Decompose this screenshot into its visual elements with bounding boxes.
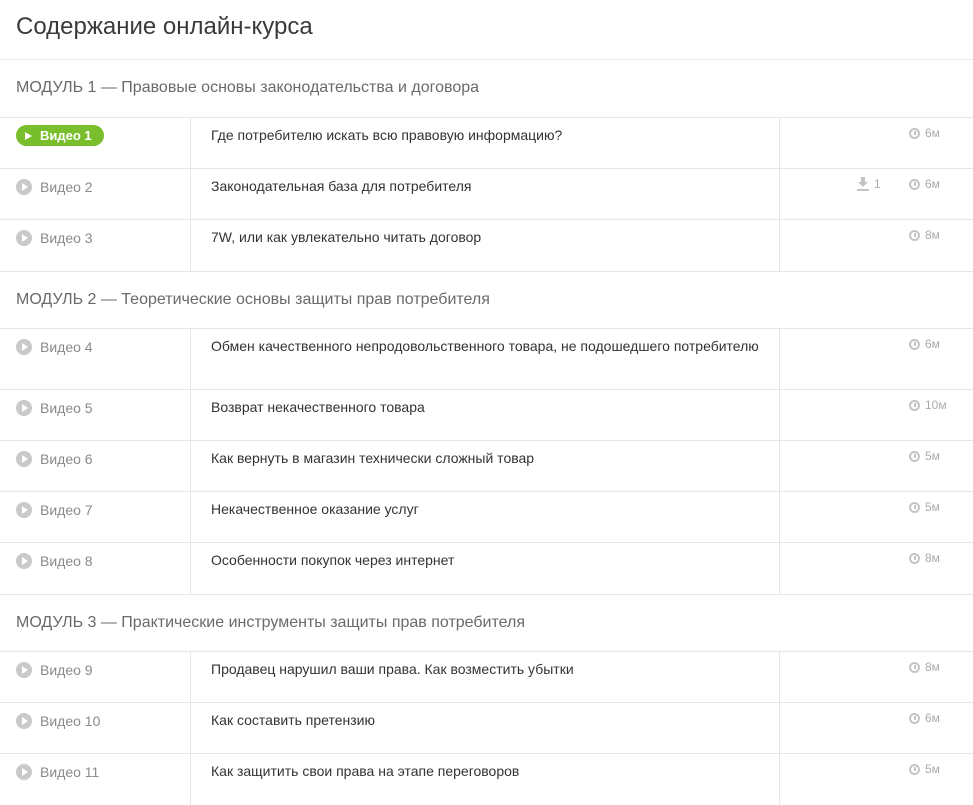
duration: 8м [909,551,940,565]
video-button[interactable]: Видео 5 [16,397,93,419]
lesson-title[interactable]: Возврат некачественного товара [191,390,780,440]
duration: 8м [909,228,940,242]
video-label: Видео 3 [40,230,93,246]
clock-icon [909,450,920,462]
video-label: Видео 11 [40,764,100,780]
download-count-value: 1 [874,177,881,191]
clock-icon [909,338,920,350]
module-header: МОДУЛЬ 1 — Правовые основы законодательс… [0,60,973,118]
play-icon [16,502,32,518]
play-icon [16,764,32,780]
lesson-row: Видео 9 Продавец нарушил ваши права. Как… [0,652,973,703]
lesson-row: Видео 1 Где потребителю искать всю право… [0,118,973,169]
duration-value: 8м [925,551,940,565]
video-button[interactable]: Видео 2 [16,176,93,198]
lesson-title[interactable]: 7W, или как увлекательно читать договор [191,220,780,271]
video-label: Видео 7 [40,502,93,518]
video-label: Видео 4 [40,339,93,355]
lesson-row: Видео 6 Как вернуть в магазин технически… [0,441,973,492]
video-button[interactable]: Видео 7 [16,499,93,521]
video-button[interactable]: Видео 11 [16,761,99,783]
lesson-row: Видео 5 Возврат некачественного товара 1… [0,390,973,441]
page-title: Содержание онлайн-курса [0,0,973,60]
video-label: Видео 2 [40,179,93,195]
video-button-active[interactable]: Видео 1 [16,125,104,146]
lesson-row: Видео 3 7W, или как увлекательно читать … [0,220,973,271]
duration: 8м [909,660,940,674]
lesson-title[interactable]: Некачественное оказание услуг [191,492,780,542]
video-button[interactable]: Видео 4 [16,336,93,358]
module-header: МОДУЛЬ 3 — Практические инструменты защи… [0,594,973,652]
download-count[interactable]: 1 [856,177,881,191]
play-icon [16,662,32,678]
clock-icon [909,178,920,190]
duration-value: 6м [925,711,940,725]
lesson-row: Видео 7 Некачественное оказание услуг 5м [0,492,973,543]
clock-icon [909,501,920,513]
clock-icon [909,229,920,241]
video-button[interactable]: Видео 8 [16,550,93,572]
download-icon [856,177,870,191]
lesson-title[interactable]: Как составить претензию [191,703,780,753]
clock-icon [909,763,920,775]
lesson-row: Видео 8 Особенности покупок через интерн… [0,543,973,594]
lesson-row: Видео 10 Как составить претензию 6м [0,703,973,754]
video-button[interactable]: Видео 6 [16,448,93,470]
lesson-title[interactable]: Особенности покупок через интернет [191,543,780,594]
duration-value: 6м [925,177,940,191]
duration: 5м [909,449,940,463]
duration: 5м [909,762,940,776]
clock-icon [909,399,920,411]
lesson-title[interactable]: Законодательная база для потребителя [191,169,780,219]
duration-value: 6м [925,126,940,140]
lesson-title[interactable]: Где потребителю искать всю правовую инфо… [191,118,780,168]
duration-value: 8м [925,228,940,242]
play-icon [16,713,32,729]
play-icon [16,553,32,569]
lesson-title[interactable]: Обмен качественного непродовольственного… [191,329,780,389]
video-label: Видео 6 [40,451,93,467]
duration-value: 5м [925,762,940,776]
duration-value: 6м [925,337,940,351]
video-button[interactable]: Видео 9 [16,659,93,681]
clock-icon [909,661,920,673]
video-label: Видео 9 [40,662,93,678]
lesson-row: Видео 4 Обмен качественного непродовольс… [0,329,973,390]
duration: 6м [909,126,940,140]
play-icon [16,179,32,195]
duration-value: 5м [925,449,940,463]
video-label: Видео 5 [40,400,93,416]
lesson-title[interactable]: Продавец нарушил ваши права. Как возмест… [191,652,780,702]
duration-value: 10м [925,398,947,412]
course-content-page: Содержание онлайн-курса МОДУЛЬ 1 — Право… [0,0,973,805]
play-icon [16,400,32,416]
duration: 10м [909,398,947,412]
clock-icon [909,127,920,139]
clock-icon [909,712,920,724]
play-icon [24,128,34,144]
clock-icon [909,552,920,564]
lesson-title[interactable]: Как защитить свои права на этапе перегов… [191,754,780,805]
lesson-row: Видео 11 Как защитить свои права на этап… [0,754,973,805]
video-button[interactable]: Видео 10 [16,710,100,732]
duration: 6м [909,337,940,351]
duration-value: 5м [925,500,940,514]
duration-value: 8м [925,660,940,674]
video-label: Видео 10 [40,713,101,729]
video-label: Видео 8 [40,553,93,569]
play-icon [16,230,32,246]
duration: 6м [909,711,940,725]
play-icon [16,451,32,467]
lesson-title[interactable]: Как вернуть в магазин технически сложный… [191,441,780,491]
video-label: Видео 1 [40,128,92,143]
play-icon [16,339,32,355]
video-button[interactable]: Видео 3 [16,227,93,249]
lesson-row: Видео 2 Законодательная база для потреби… [0,169,973,220]
duration: 6м [909,177,940,191]
module-header: МОДУЛЬ 2 — Теоретические основы защиты п… [0,271,973,329]
duration: 5м [909,500,940,514]
